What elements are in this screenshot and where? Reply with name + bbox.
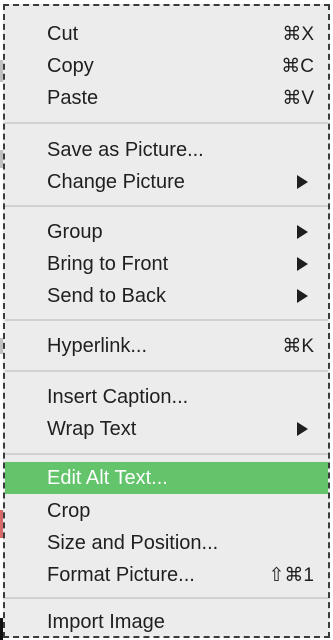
chevron-right-icon — [297, 175, 308, 189]
background-edge — [0, 338, 3, 354]
menu-item-change-picture[interactable]: Change Picture — [5, 166, 328, 198]
menu-item-label: Insert Caption... — [47, 385, 189, 408]
menu-item-label: Wrap Text — [47, 417, 137, 440]
menu-separator — [5, 453, 328, 455]
menu-item-insert-caption[interactable]: Insert Caption... — [5, 381, 328, 413]
shortcut-label: ⌘X — [282, 23, 314, 45]
menu-item-send-to-back[interactable]: Send to Back — [5, 280, 328, 312]
menu-item-wrap-text[interactable]: Wrap Text — [5, 413, 328, 445]
menu-item-bring-to-front[interactable]: Bring to Front — [5, 248, 328, 280]
menu-item-size-and-position[interactable]: Size and Position... — [5, 527, 328, 559]
shortcut-label: ⌘V — [282, 87, 314, 109]
background-edge — [0, 510, 3, 538]
menu-item-label: Cut — [47, 22, 79, 45]
menu-item-paste[interactable]: Paste ⌘V — [5, 82, 328, 114]
menu-item-label: Send to Back — [47, 284, 166, 307]
chevron-right-icon — [297, 422, 308, 436]
menu-item-copy[interactable]: Copy ⌘C — [5, 50, 328, 82]
menu-item-label: Change Picture — [47, 170, 185, 193]
menu-item-label: Bring to Front — [47, 252, 169, 275]
menu-item-edit-alt-text[interactable]: Edit Alt Text... — [5, 462, 328, 494]
chevron-right-icon — [297, 257, 308, 271]
menu-item-import-image[interactable]: Import Image — [5, 606, 328, 636]
menu-item-label: Import Image — [47, 610, 165, 633]
chevron-right-icon — [297, 289, 308, 303]
chevron-right-icon — [297, 225, 308, 239]
menu-item-label: Paste — [47, 86, 99, 109]
shortcut-label: ⌘K — [282, 335, 314, 357]
menu-item-label: Edit Alt Text... — [47, 466, 168, 489]
menu-item-crop[interactable]: Crop — [5, 495, 328, 527]
background-edge — [0, 60, 3, 82]
menu-item-save-as-picture[interactable]: Save as Picture... — [5, 134, 328, 166]
background-edge — [0, 150, 3, 168]
menu-item-group[interactable]: Group — [5, 216, 328, 248]
menu-item-label: Group — [47, 220, 103, 243]
menu-separator — [5, 319, 328, 321]
background-edge — [0, 618, 3, 640]
menu-separator — [5, 205, 328, 207]
menu-item-label: Save as Picture... — [47, 138, 204, 161]
menu-item-label: Crop — [47, 499, 91, 522]
menu-item-hyperlink[interactable]: Hyperlink... ⌘K — [5, 330, 328, 362]
menu-item-label: Format Picture... — [47, 563, 195, 586]
menu-separator — [5, 122, 328, 124]
shortcut-label: ⇧⌘1 — [268, 564, 315, 586]
context-menu: Cut ⌘X Copy ⌘C Paste ⌘V Save as Picture.… — [3, 4, 330, 638]
shortcut-label: ⌘C — [281, 55, 314, 77]
menu-item-cut[interactable]: Cut ⌘X — [5, 18, 328, 50]
menu-item-format-picture[interactable]: Format Picture... ⇧⌘1 — [5, 559, 328, 591]
menu-separator — [5, 597, 328, 599]
menu-item-label: Size and Position... — [47, 531, 219, 554]
menu-item-label: Hyperlink... — [47, 334, 148, 357]
menu-separator — [5, 370, 328, 372]
menu-item-label: Copy — [47, 54, 94, 77]
